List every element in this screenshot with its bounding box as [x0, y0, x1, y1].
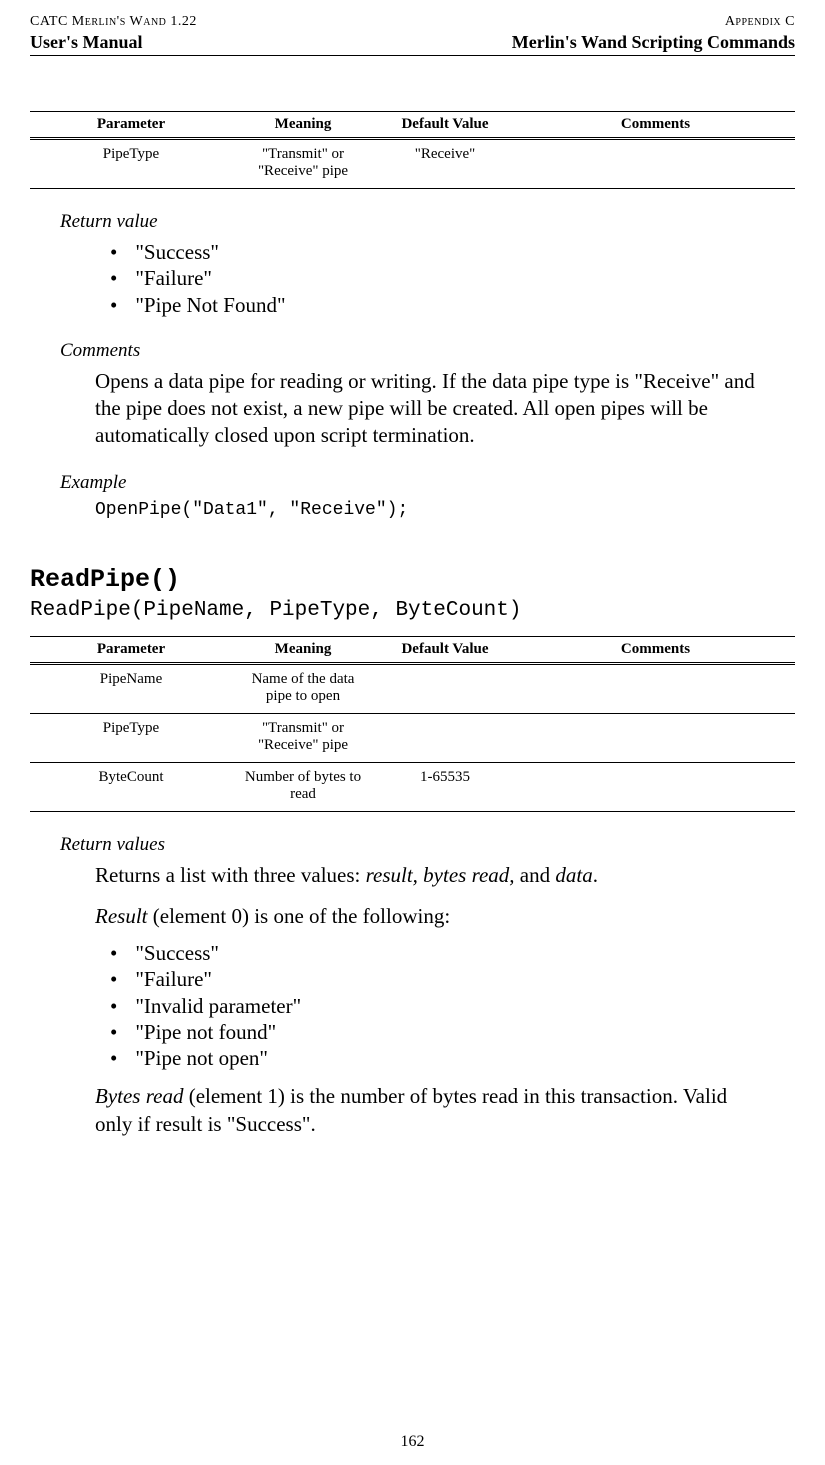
cell-parameter: PipeType	[30, 139, 232, 189]
bullet-icon: •	[110, 1045, 117, 1071]
list-item-label: "Success"	[135, 940, 219, 966]
list-item: • "Invalid parameter"	[110, 993, 795, 1019]
text-segment-italic: Result	[95, 904, 148, 928]
bullet-icon: •	[110, 265, 117, 291]
list-item: • "Success"	[110, 239, 795, 265]
cell-comments	[516, 139, 795, 189]
table-header-row: Parameter Meaning Default Value Comments	[30, 112, 795, 139]
col-header-parameter: Parameter	[30, 112, 232, 139]
table-row: PipeType "Transmit" or "Receive" pipe	[30, 713, 795, 762]
function-heading-readpipe: ReadPipe()	[30, 565, 795, 594]
col-header-meaning: Meaning	[232, 112, 374, 139]
cell-comments	[516, 713, 795, 762]
cell-comments	[516, 663, 795, 713]
cell-default	[374, 663, 516, 713]
heading-example: Example	[60, 472, 795, 494]
cell-default: "Receive"	[374, 139, 516, 189]
function-signature-readpipe: ReadPipe(PipeName, PipeType, ByteCount)	[30, 599, 795, 622]
return-values-intro: Returns a list with three values: result…	[95, 862, 765, 889]
bullet-icon: •	[110, 1019, 117, 1045]
page-header: CATC Merlin's Wand 1.22 Appendix C User'…	[30, 14, 795, 56]
page: CATC Merlin's Wand 1.22 Appendix C User'…	[0, 0, 825, 1465]
parameter-table-readpipe: Parameter Meaning Default Value Comments…	[30, 636, 795, 812]
cell-meaning: "Transmit" or "Receive" pipe	[232, 713, 374, 762]
list-item: • "Pipe Not Found"	[110, 292, 795, 318]
header-left-top: CATC Merlin's Wand 1.22	[30, 14, 197, 30]
text-segment: and	[515, 863, 556, 887]
cell-default: 1-65535	[374, 762, 516, 811]
cell-meaning: Number of bytes to read	[232, 762, 374, 811]
heading-return-value: Return value	[60, 211, 795, 233]
text-segment: .	[593, 863, 598, 887]
text-segment: Returns a list with three values:	[95, 863, 366, 887]
bullet-icon: •	[110, 292, 117, 318]
table-row: PipeType "Transmit" or "Receive" pipe "R…	[30, 139, 795, 189]
bytes-read-line: Bytes read (element 1) is the number of …	[95, 1083, 765, 1138]
header-right-top: Appendix C	[725, 14, 795, 30]
text-segment-italic: Bytes read	[95, 1084, 183, 1108]
cell-meaning: "Transmit" or "Receive" pipe	[232, 139, 374, 189]
col-header-default: Default Value	[374, 112, 516, 139]
col-header-comments: Comments	[516, 636, 795, 663]
header-right-bottom: Merlin's Wand Scripting Commands	[512, 32, 795, 53]
list-item-label: "Success"	[135, 239, 219, 265]
result-value-list: • "Success" • "Failure" • "Invalid paramete…	[110, 940, 795, 1071]
header-left-bottom: User's Manual	[30, 32, 143, 53]
col-header-meaning: Meaning	[232, 636, 374, 663]
table-row: ByteCount Number of bytes to read 1-6553…	[30, 762, 795, 811]
list-item-label: "Pipe Not Found"	[135, 292, 285, 318]
bullet-icon: •	[110, 940, 117, 966]
list-item: • "Pipe not found"	[110, 1019, 795, 1045]
list-item: • "Success"	[110, 940, 795, 966]
list-item: • "Failure"	[110, 966, 795, 992]
comments-body: Opens a data pipe for reading or writing…	[95, 368, 765, 450]
cell-parameter: PipeName	[30, 663, 232, 713]
cell-comments	[516, 762, 795, 811]
col-header-default: Default Value	[374, 636, 516, 663]
bullet-icon: •	[110, 966, 117, 992]
parameter-table-openpipe: Parameter Meaning Default Value Comments…	[30, 111, 795, 189]
example-code: OpenPipe("Data1", "Receive");	[95, 500, 795, 520]
list-item-label: "Failure"	[135, 966, 212, 992]
page-content: Parameter Meaning Default Value Comments…	[30, 56, 795, 1138]
col-header-comments: Comments	[516, 112, 795, 139]
cell-parameter: PipeType	[30, 713, 232, 762]
list-item: • "Failure"	[110, 265, 795, 291]
cell-default	[374, 713, 516, 762]
cell-parameter: ByteCount	[30, 762, 232, 811]
text-segment: (element 0) is one of the following:	[148, 904, 451, 928]
return-value-list: • "Success" • "Failure" • "Pipe Not Found"	[110, 239, 795, 318]
text-segment-italic: data	[555, 863, 592, 887]
result-line: Result (element 0) is one of the followi…	[95, 903, 765, 930]
table-row: PipeName Name of the data pipe to open	[30, 663, 795, 713]
cell-meaning: Name of the data pipe to open	[232, 663, 374, 713]
bullet-icon: •	[110, 239, 117, 265]
page-number: 162	[0, 1433, 825, 1451]
bullet-icon: •	[110, 993, 117, 1019]
list-item-label: "Failure"	[135, 265, 212, 291]
col-header-parameter: Parameter	[30, 636, 232, 663]
text-segment: (element 1) is the number of bytes read …	[95, 1084, 727, 1135]
heading-return-values: Return values	[60, 834, 795, 856]
list-item: • "Pipe not open"	[110, 1045, 795, 1071]
list-item-label: "Pipe not found"	[135, 1019, 276, 1045]
list-item-label: "Pipe not open"	[135, 1045, 268, 1071]
text-segment-italic: result, bytes read,	[366, 863, 515, 887]
list-item-label: "Invalid parameter"	[135, 993, 301, 1019]
table-header-row: Parameter Meaning Default Value Comments	[30, 636, 795, 663]
heading-comments: Comments	[60, 340, 795, 362]
